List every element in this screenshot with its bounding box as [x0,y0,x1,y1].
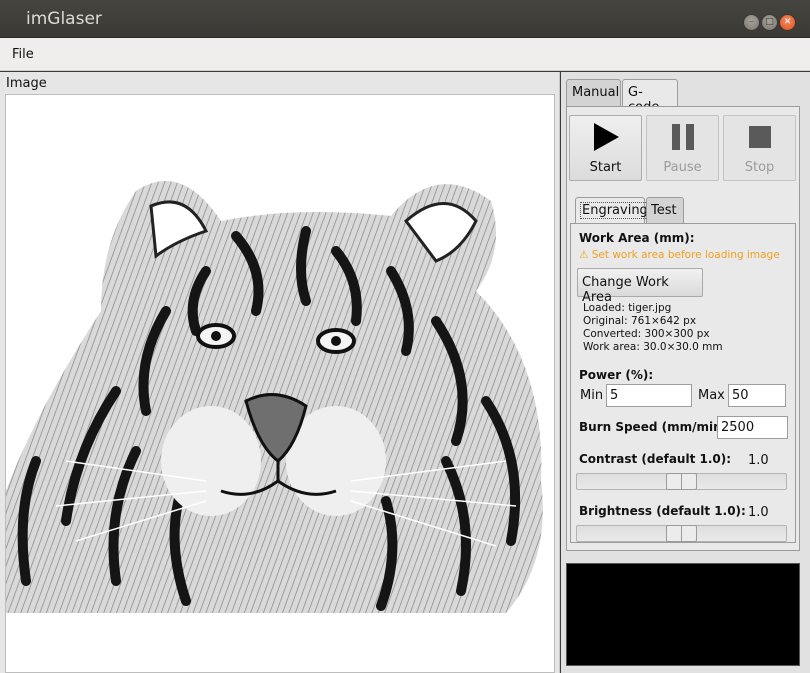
tab-manual[interactable]: Manual [566,79,621,106]
minimize-icon[interactable]: – [743,14,760,31]
brightness-heading: Brightness (default 1.0): [579,504,746,518]
contrast-slider-handle[interactable] [666,473,697,490]
control-panel: Manual G-code Start Pause Stop Engraving… [561,72,810,673]
burn-speed-input[interactable]: 2500 [717,416,788,439]
start-label: Start [589,160,622,175]
tab-test[interactable]: Test [646,197,684,223]
gcode-tab-body: Start Pause Stop Engraving Test Work Are… [566,106,800,551]
menu-bar: File [0,38,810,71]
stop-button[interactable]: Stop [723,115,796,181]
burn-speed-heading: Burn Speed (mm/min): [579,420,732,434]
stop-icon [749,126,771,148]
start-button[interactable]: Start [569,115,642,181]
work-area-warning: ⚠ Set work area before loading image [579,249,780,261]
title-bar: imGlaser – □ ✕ [0,0,810,38]
power-max-label: Max [698,388,725,403]
contrast-slider[interactable] [576,473,787,490]
contrast-heading: Contrast (default 1.0): [579,452,732,466]
work-area-info: Work area: 30.0×30.0 mm [583,341,723,353]
power-min-label: Min [580,388,604,403]
loaded-file-info: Loaded: tiger.jpg [583,302,672,314]
converted-size-info: Converted: 300×300 px [583,328,710,340]
change-work-area-button[interactable]: Change Work Area [577,268,703,305]
tab-gcode[interactable]: G-code [622,79,678,115]
tiger-image [6,181,543,613]
power-min-input[interactable]: 5 [606,384,692,407]
brightness-slider-handle[interactable] [666,525,697,542]
contrast-value: 1.0 [748,453,769,468]
pause-label: Pause [663,160,702,175]
play-icon [594,123,619,151]
stop-label: Stop [744,160,775,175]
close-icon[interactable]: ✕ [779,14,796,31]
menu-file[interactable]: File [12,47,34,62]
original-size-info: Original: 761×642 px [583,315,697,327]
maximize-icon[interactable]: □ [761,14,778,31]
window-title: imGlaser [26,9,102,29]
pause-icon [672,124,694,150]
tab-engraving-label: Engraving [580,202,650,219]
engraving-tab-body: Work Area (mm): ⚠ Set work area before l… [570,223,796,543]
brightness-value: 1.0 [748,505,769,520]
output-console [566,563,800,666]
tab-engraving[interactable]: Engraving [575,197,650,224]
image-panel: Image [0,72,560,673]
brightness-slider[interactable] [576,525,787,542]
work-area-heading: Work Area (mm): [579,231,695,245]
image-panel-label: Image [6,76,47,91]
power-max-input[interactable]: 50 [728,384,786,407]
power-heading: Power (%): [579,368,654,382]
pause-button[interactable]: Pause [646,115,719,181]
image-canvas[interactable] [5,94,555,673]
